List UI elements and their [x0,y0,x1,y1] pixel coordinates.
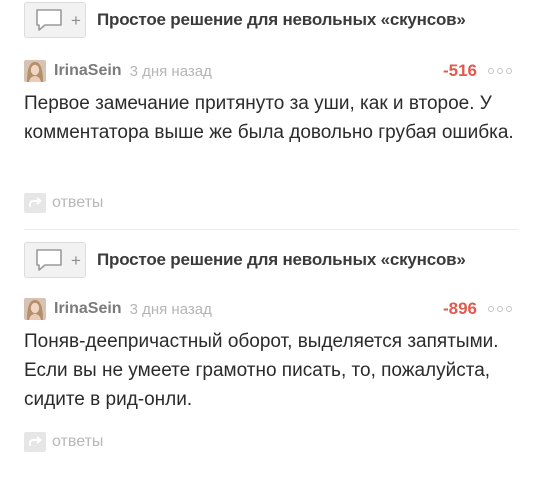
rating-block: -896 [443,299,516,319]
avatar[interactable] [24,298,46,320]
comment-divider [24,229,518,230]
reply-label[interactable]: ответы [52,194,103,212]
comment-bubble-icon [35,248,63,272]
username[interactable]: IrinaSein [54,300,122,318]
reply-arrow-icon [24,432,46,452]
timestamp[interactable]: 3 дня назад [130,301,212,318]
post-title[interactable]: Простое решение для невольных «скунсов» [97,10,466,30]
plus-icon: + [71,250,81,270]
post-icon-box[interactable]: + [24,242,86,278]
reply-link[interactable]: ответы [24,431,103,453]
comment-meta: IrinaSein 3 дня назад -896 [24,296,516,322]
rating-block: -516 [443,61,516,81]
post-icon-box[interactable]: + [24,2,86,38]
reply-link[interactable]: ответы [24,192,103,214]
more-dots-icon[interactable] [488,306,512,312]
rating-value: -516 [442,61,477,80]
reply-label[interactable]: ответы [52,433,103,451]
plus-icon: + [71,10,81,30]
comment-meta: IrinaSein 3 дня назад -516 [24,58,516,84]
post-link[interactable]: + Простое решение для невольных «скунсов… [24,2,466,38]
more-dots-icon[interactable] [488,68,512,74]
post-title[interactable]: Простое решение для невольных «скунсов» [97,250,466,270]
reply-arrow-icon [24,193,46,213]
username[interactable]: IrinaSein [54,62,122,80]
comment-text: Первое замечание притянуто за уши, как и… [24,93,514,143]
rating-value: -896 [442,299,477,318]
timestamp[interactable]: 3 дня назад [130,63,212,80]
comment-bubble-icon [35,8,63,32]
post-link[interactable]: + Простое решение для невольных «скунсов… [24,242,466,278]
comment-text: Поняв-деепричастный оборот, выделяется з… [24,331,499,410]
avatar[interactable] [24,60,46,82]
